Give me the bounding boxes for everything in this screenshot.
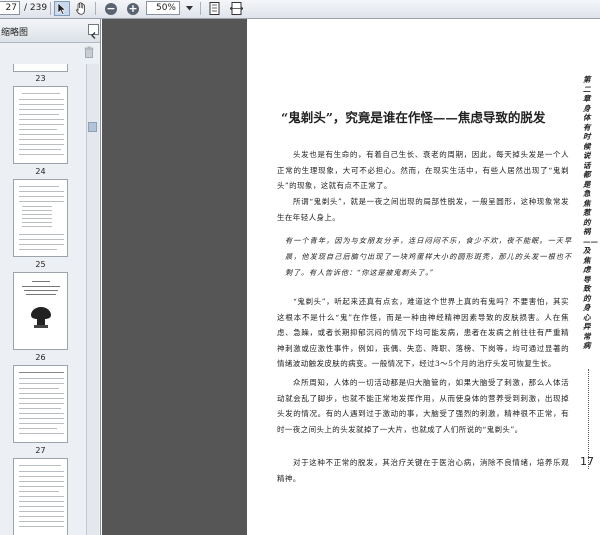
hand-icon — [76, 2, 85, 15]
page-total-label: / 239 — [24, 3, 48, 13]
thumbnail-page-25[interactable] — [13, 179, 68, 257]
story-paragraph: 有一个青年，因为与女朋友分手，连日闷闷不乐，食少不欢，夜不能眠。一天早晨，他发现… — [285, 236, 572, 277]
fit-width-icon — [229, 2, 243, 15]
page-number-input[interactable]: 27 — [0, 1, 20, 15]
scrollbar-thumb[interactable] — [88, 122, 97, 132]
thumbnail-page-28[interactable] — [13, 458, 68, 535]
trash-icon[interactable] — [84, 46, 94, 58]
thumbnails-panel: 缩略图 23 24 25 26 27 — [0, 19, 101, 535]
thumbnail-label: 25 — [35, 260, 46, 269]
panel-options-button[interactable] — [88, 24, 99, 39]
hand-tool-button[interactable] — [73, 1, 89, 16]
thumbnail-label: 26 — [35, 353, 46, 362]
section-heading: “鬼剃头”，究竟是谁在作怪——焦虑导致的脱发 — [281, 110, 546, 125]
thumbnail-page-24[interactable] — [13, 86, 68, 164]
plus-icon: + — [127, 1, 139, 15]
body-paragraph: 对于这种不正常的脱发，其治疗关键在于医治心病，消除不良情绪，培养乐观精神。 — [277, 458, 569, 483]
zoom-in-button[interactable]: + — [125, 1, 141, 16]
thumbnail-label: 23 — [35, 74, 46, 83]
chapter-illustration — [31, 307, 51, 328]
thumbnail-page-27[interactable] — [13, 365, 68, 443]
select-tool-button[interactable] — [54, 1, 70, 16]
minus-icon: − — [105, 1, 117, 15]
thumbnail-label: 24 — [35, 167, 46, 176]
panel-header: 缩略图 — [0, 19, 100, 43]
thumbnail-list: 23 24 25 26 27 — [0, 64, 84, 535]
zoom-level-field[interactable]: 50% — [146, 1, 180, 15]
chevron-left-icon — [91, 32, 96, 39]
thumbnail-scrollbar[interactable] — [86, 64, 99, 535]
panel-subtoolbar — [0, 43, 100, 63]
body-paragraph: “鬼剃头”，听起来还真有点玄，难道这个世界上真的有鬼吗？不要害怕，其实这根本不是… — [277, 297, 569, 368]
zoom-dropdown-button[interactable] — [182, 1, 196, 15]
toolbar-separator — [50, 2, 51, 15]
chapter-side-title: 第二章 身体有时候说话 都是急焦惹的祸——及焦虑导致的身心异常病 — [583, 75, 598, 350]
toolbar-separator — [95, 2, 96, 15]
fit-page-icon — [209, 2, 219, 15]
side-dotted-rule — [588, 369, 591, 469]
document-page: “鬼剃头”，究竟是谁在作怪——焦虑导致的脱发 头发也是有生命的，有着自己生长、衰… — [247, 19, 600, 535]
thumbnail-label: 27 — [35, 446, 46, 455]
fit-page-button[interactable] — [206, 1, 222, 16]
thumbnail-page-23[interactable] — [13, 64, 68, 72]
page-number: 17 — [580, 455, 594, 468]
panel-title: 缩略图 — [1, 28, 29, 38]
body-paragraph: 众所周知，人体的一切活动都是归大脑管的，如果大脑受了刺激，那么人体活动就会乱了脚… — [277, 378, 569, 434]
cursor-icon — [57, 2, 67, 15]
toolbar: 27 / 239 − + 50% — [0, 0, 600, 19]
fit-width-button[interactable] — [228, 1, 244, 16]
toolbar-separator — [200, 2, 201, 15]
body-paragraph: 头发也是有生命的，有着自己生长、衰老的周期，因此，每天掉头发是一个人正常的生理现… — [277, 150, 569, 190]
body-paragraph: 所谓“鬼剃头”，就是一夜之间出现的局部性脱发，一般呈圆形，这种现象常发生在年轻人… — [277, 197, 569, 222]
document-viewport[interactable]: “鬼剃头”，究竟是谁在作怪——焦虑导致的脱发 头发也是有生命的，有着自己生长、衰… — [102, 19, 600, 535]
thumbnail-page-26[interactable] — [13, 272, 68, 350]
chevron-down-icon — [185, 5, 193, 10]
zoom-out-button[interactable]: − — [103, 1, 119, 16]
